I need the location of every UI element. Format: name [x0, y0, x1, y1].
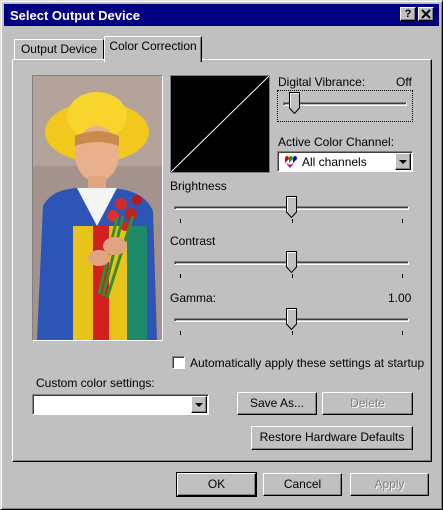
gamma-curve-line	[171, 76, 269, 172]
close-button[interactable]	[418, 7, 434, 21]
slider-thumb[interactable]	[286, 251, 297, 273]
window-title: Select Output Device	[10, 8, 141, 23]
gamma-label: Gamma:	[170, 291, 217, 305]
help-button[interactable]: ?	[400, 7, 416, 21]
digital-vibrance-value: Off	[396, 75, 412, 89]
digital-vibrance-label-text: Digital Vibrance:	[278, 75, 366, 89]
brightness-label: Brightness	[170, 179, 227, 193]
brightness-slider[interactable]	[170, 195, 413, 225]
slider-track	[283, 102, 407, 106]
close-icon	[421, 9, 431, 19]
brightness-label-text: Brightness	[170, 179, 227, 193]
slider-ticks	[180, 331, 403, 335]
save-as-button[interactable]: Save As...	[237, 392, 317, 415]
active-channel-select[interactable]: All channels	[277, 151, 413, 172]
channels-icon	[283, 156, 297, 168]
custom-settings-select[interactable]	[32, 394, 209, 415]
gamma-value: 1.00	[388, 291, 412, 305]
gamma-curve-graph	[170, 75, 270, 173]
preview-image	[32, 75, 163, 341]
delete-button[interactable]: Delete	[322, 392, 413, 415]
contrast-slider[interactable]	[170, 250, 413, 280]
gamma-slider[interactable]	[170, 307, 413, 337]
apply-button[interactable]: Apply	[350, 473, 429, 496]
slider-thumb[interactable]	[286, 308, 297, 330]
auto-apply-label[interactable]: Automatically apply these settings at st…	[190, 356, 424, 370]
contrast-label: Contrast	[170, 234, 216, 248]
custom-settings-dropdown-button[interactable]	[191, 396, 207, 413]
slider-ticks	[180, 274, 403, 278]
ok-button[interactable]: OK	[176, 472, 257, 497]
title-bar[interactable]: Select Output Device ?	[4, 4, 439, 26]
slider-thumb[interactable]	[286, 196, 297, 218]
active-channel-value: All channels	[302, 155, 367, 169]
custom-settings-label: Custom color settings:	[36, 376, 155, 390]
cancel-button[interactable]: Cancel	[263, 473, 342, 496]
tab-output-device[interactable]: Output Device	[14, 39, 104, 61]
digital-vibrance-slider[interactable]	[279, 91, 411, 121]
tab-color-correction[interactable]: Color Correction	[104, 36, 202, 62]
chevron-down-icon	[195, 403, 203, 407]
preview-photo	[33, 76, 162, 340]
restore-defaults-button[interactable]: Restore Hardware Defaults	[251, 426, 413, 450]
slider-ticks	[180, 219, 403, 223]
active-channel-label: Active Color Channel:	[278, 135, 395, 149]
digital-vibrance-label: Digital Vibrance:	[278, 75, 365, 89]
chevron-down-icon	[399, 160, 407, 164]
dialog-window: Select Output Device ? Output Device Col…	[0, 0, 443, 510]
slider-thumb[interactable]	[289, 92, 300, 114]
active-channel-dropdown-button[interactable]	[395, 153, 411, 170]
auto-apply-checkbox[interactable]	[172, 356, 185, 369]
